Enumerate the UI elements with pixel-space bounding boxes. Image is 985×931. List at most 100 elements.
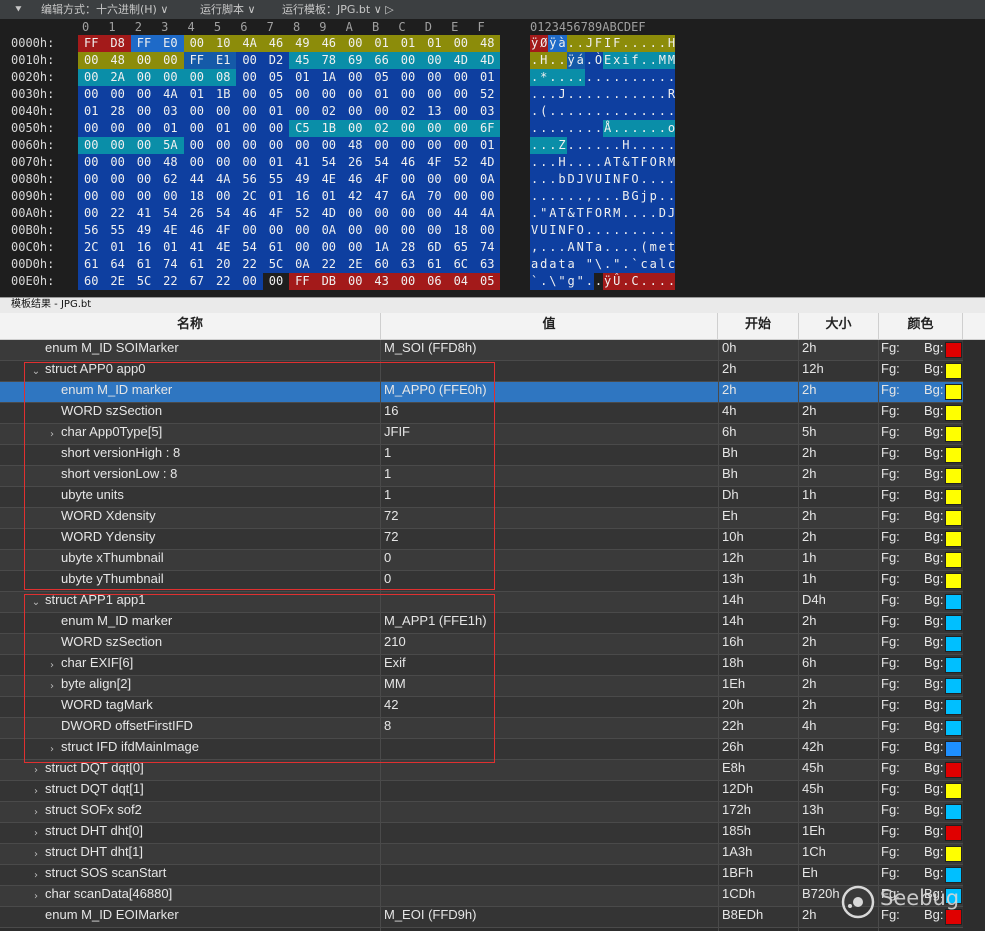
hex-byte[interactable]: 54 <box>210 205 237 222</box>
fg-color-label[interactable]: Fg: <box>881 802 900 817</box>
ascii-char[interactable]: H <box>557 154 567 171</box>
hex-byte[interactable]: 48 <box>342 137 369 154</box>
hex-byte[interactable]: 47 <box>368 188 395 205</box>
ascii-char[interactable]: a <box>548 256 558 273</box>
hex-byte[interactable]: 00 <box>78 52 105 69</box>
ascii-char[interactable]: I <box>603 35 613 52</box>
hex-byte[interactable]: 00 <box>447 86 474 103</box>
ascii-char[interactable]: T <box>584 239 594 256</box>
results-scrollbar[interactable] <box>963 340 985 931</box>
ascii-char[interactable]: . <box>575 86 585 103</box>
hex-byte[interactable]: 48 <box>104 52 131 69</box>
ascii-char[interactable]: ( <box>639 239 649 256</box>
ascii-char[interactable]: F <box>621 171 631 188</box>
fg-color-label[interactable]: Fg: <box>881 592 900 607</box>
hex-byte[interactable]: 00 <box>236 52 263 69</box>
hex-byte[interactable]: 4F <box>421 154 448 171</box>
collapsed-arrow-icon[interactable]: › <box>46 655 58 676</box>
hex-byte[interactable]: 01 <box>315 188 342 205</box>
hex-byte[interactable]: 46 <box>236 205 263 222</box>
hex-byte[interactable]: 05 <box>262 86 290 103</box>
collapsed-arrow-icon[interactable]: › <box>30 760 42 781</box>
bg-color-label[interactable]: Bg: <box>924 739 944 754</box>
hex-byte[interactable]: 41 <box>289 154 316 171</box>
hex-byte[interactable]: 62 <box>157 171 184 188</box>
hex-byte[interactable]: 00 <box>210 154 237 171</box>
hex-scroll-area[interactable] <box>675 35 985 290</box>
hex-byte[interactable]: 28 <box>394 239 422 256</box>
ascii-char[interactable]: . <box>612 222 622 239</box>
bg-color-swatch[interactable] <box>945 531 962 547</box>
ascii-char[interactable]: I <box>603 171 613 188</box>
ascii-char[interactable]: . <box>639 69 649 86</box>
hex-byte[interactable]: 00 <box>342 120 369 137</box>
hex-byte[interactable]: 16 <box>289 188 316 205</box>
hex-byte[interactable]: 00 <box>368 205 395 222</box>
hex-byte[interactable]: 00 <box>368 222 395 239</box>
ascii-char[interactable]: . <box>648 35 658 52</box>
ascii-char[interactable]: . <box>657 103 667 120</box>
hex-byte[interactable]: FF <box>183 52 210 69</box>
hex-byte[interactable]: 00 <box>78 188 105 205</box>
ascii-char[interactable]: \ <box>548 273 558 290</box>
hex-byte[interactable]: 46 <box>394 154 422 171</box>
bg-color-swatch[interactable] <box>945 342 962 358</box>
bg-color-swatch[interactable] <box>945 594 962 610</box>
ascii-char[interactable]: . <box>621 69 631 86</box>
hex-byte[interactable]: 1A <box>315 69 342 86</box>
ascii-char[interactable]: á <box>575 52 585 69</box>
ascii-char[interactable]: Ò <box>593 52 603 69</box>
bg-color-swatch[interactable] <box>945 489 962 505</box>
fg-color-label[interactable]: Fg: <box>881 550 900 565</box>
hex-byte[interactable]: 66 <box>368 52 395 69</box>
ascii-char[interactable]: . <box>539 137 549 154</box>
ascii-char[interactable]: M <box>612 205 622 222</box>
hex-byte[interactable]: 00 <box>447 69 474 86</box>
ascii-char[interactable]: D <box>566 171 576 188</box>
ascii-char[interactable]: . <box>648 137 658 154</box>
ascii-char[interactable]: . <box>612 188 622 205</box>
hex-byte[interactable]: 00 <box>236 154 263 171</box>
hex-byte[interactable]: 00 <box>421 120 448 137</box>
hex-byte[interactable]: 00 <box>315 239 342 256</box>
ascii-char[interactable]: & <box>566 205 576 222</box>
hex-byte[interactable]: 00 <box>104 137 131 154</box>
hex-byte[interactable]: 00 <box>342 205 369 222</box>
ascii-char[interactable]: . <box>603 137 613 154</box>
result-row[interactable]: › struct DHT dht[0] 185h 1Eh Fg: Bg: <box>0 823 963 844</box>
hex-byte[interactable]: 00 <box>315 137 342 154</box>
hex-byte[interactable]: 01 <box>368 86 395 103</box>
ascii-char[interactable]: Å <box>603 120 613 137</box>
result-row[interactable]: ubyte xThumbnail 0 12h 1h Fg: Bg: <box>0 550 963 571</box>
bg-color-swatch[interactable] <box>945 636 962 652</box>
hex-byte[interactable]: 6D <box>421 239 448 256</box>
ascii-char[interactable]: " <box>575 273 585 290</box>
ascii-char[interactable]: A <box>566 239 576 256</box>
ascii-char[interactable]: . <box>575 35 585 52</box>
ascii-char[interactable]: . <box>621 103 631 120</box>
fg-color-label[interactable]: Fg: <box>881 487 900 502</box>
ascii-char[interactable]: . <box>639 35 649 52</box>
ascii-char[interactable]: Z <box>557 137 567 154</box>
hex-byte[interactable]: 00 <box>394 52 422 69</box>
hex-byte[interactable]: 00 <box>183 137 210 154</box>
hex-byte[interactable]: 61 <box>183 256 210 273</box>
result-row[interactable]: enum M_ID marker M_APP0 (FFE0h) 2h 2h Fg: Bg: <box>0 382 963 403</box>
hex-byte[interactable]: 00 <box>394 69 422 86</box>
expanded-arrow-icon[interactable]: ⌄ <box>30 592 42 613</box>
hex-byte[interactable]: 00 <box>289 86 316 103</box>
ascii-char[interactable]: . <box>548 120 558 137</box>
ascii-char[interactable]: . <box>557 52 567 69</box>
hex-byte[interactable]: 46 <box>315 35 342 52</box>
fg-color-label[interactable]: Fg: <box>881 571 900 586</box>
ascii-char[interactable]: . <box>603 188 613 205</box>
ascii-char[interactable]: . <box>566 137 576 154</box>
ascii-char[interactable]: l <box>657 256 667 273</box>
ascii-char[interactable]: . <box>584 154 594 171</box>
result-row[interactable]: › struct SOS scanStart 1BFh Eh Fg: Bg: <box>0 865 963 886</box>
hex-byte[interactable]: 00 <box>130 69 158 86</box>
ascii-char[interactable]: . <box>539 86 549 103</box>
ascii-char[interactable]: . <box>539 239 549 256</box>
result-row[interactable]: › char App0Type[5] JFIF 6h 5h Fg: Bg: <box>0 424 963 445</box>
ascii-char[interactable]: . <box>639 171 649 188</box>
